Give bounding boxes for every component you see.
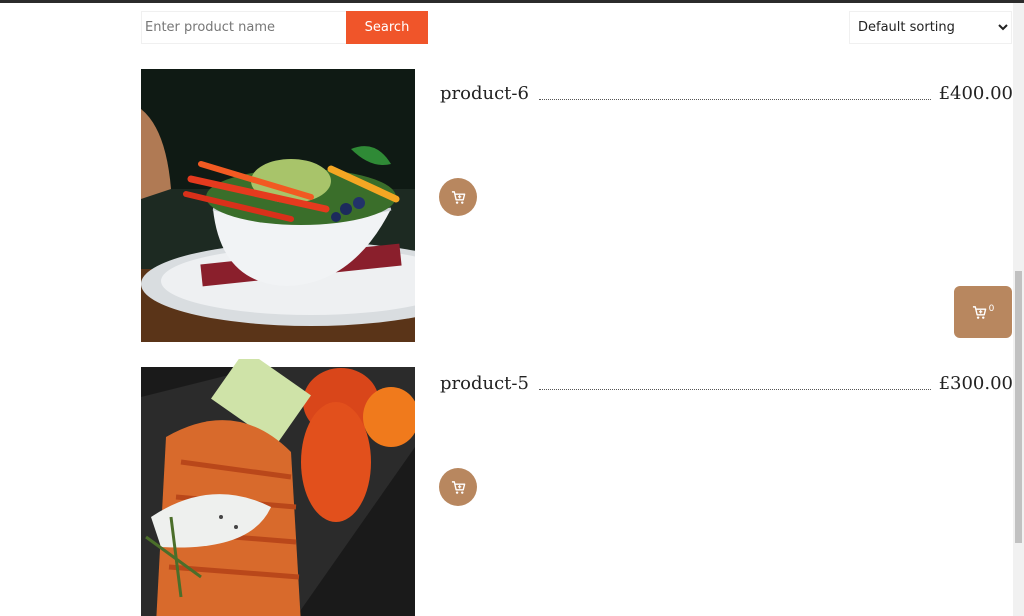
add-to-cart-button[interactable] — [439, 468, 477, 506]
price-leader-dots — [539, 389, 931, 390]
add-to-cart-button[interactable] — [439, 178, 477, 216]
cart-plus-icon — [451, 480, 465, 494]
product-item: product-6 £400.00 — [141, 69, 1013, 342]
grilled-salmon-image — [141, 359, 415, 616]
product-image[interactable] — [141, 69, 415, 342]
product-name[interactable]: product-6 — [440, 83, 529, 104]
salad-bowl-image — [141, 69, 415, 342]
product-price: £300.00 — [938, 373, 1013, 394]
cart-icon — [972, 305, 986, 319]
price-leader-dots — [539, 99, 931, 100]
cart-count: 0 — [988, 304, 995, 314]
search-input[interactable] — [141, 11, 346, 44]
product-name[interactable]: product-5 — [440, 373, 529, 394]
top-bar — [0, 0, 1024, 3]
product-search: Search — [141, 11, 428, 44]
scrollbar[interactable] — [1013, 3, 1024, 616]
product-item: product-5 £300.00 — [141, 359, 1013, 616]
search-button[interactable]: Search — [346, 11, 428, 44]
product-image[interactable] — [141, 359, 415, 616]
product-price: £400.00 — [938, 83, 1013, 104]
floating-cart-button[interactable]: 0 — [954, 286, 1012, 338]
scrollbar-thumb[interactable] — [1015, 271, 1022, 543]
cart-plus-icon — [451, 190, 465, 204]
sorting-select[interactable]: Default sorting — [849, 11, 1012, 44]
